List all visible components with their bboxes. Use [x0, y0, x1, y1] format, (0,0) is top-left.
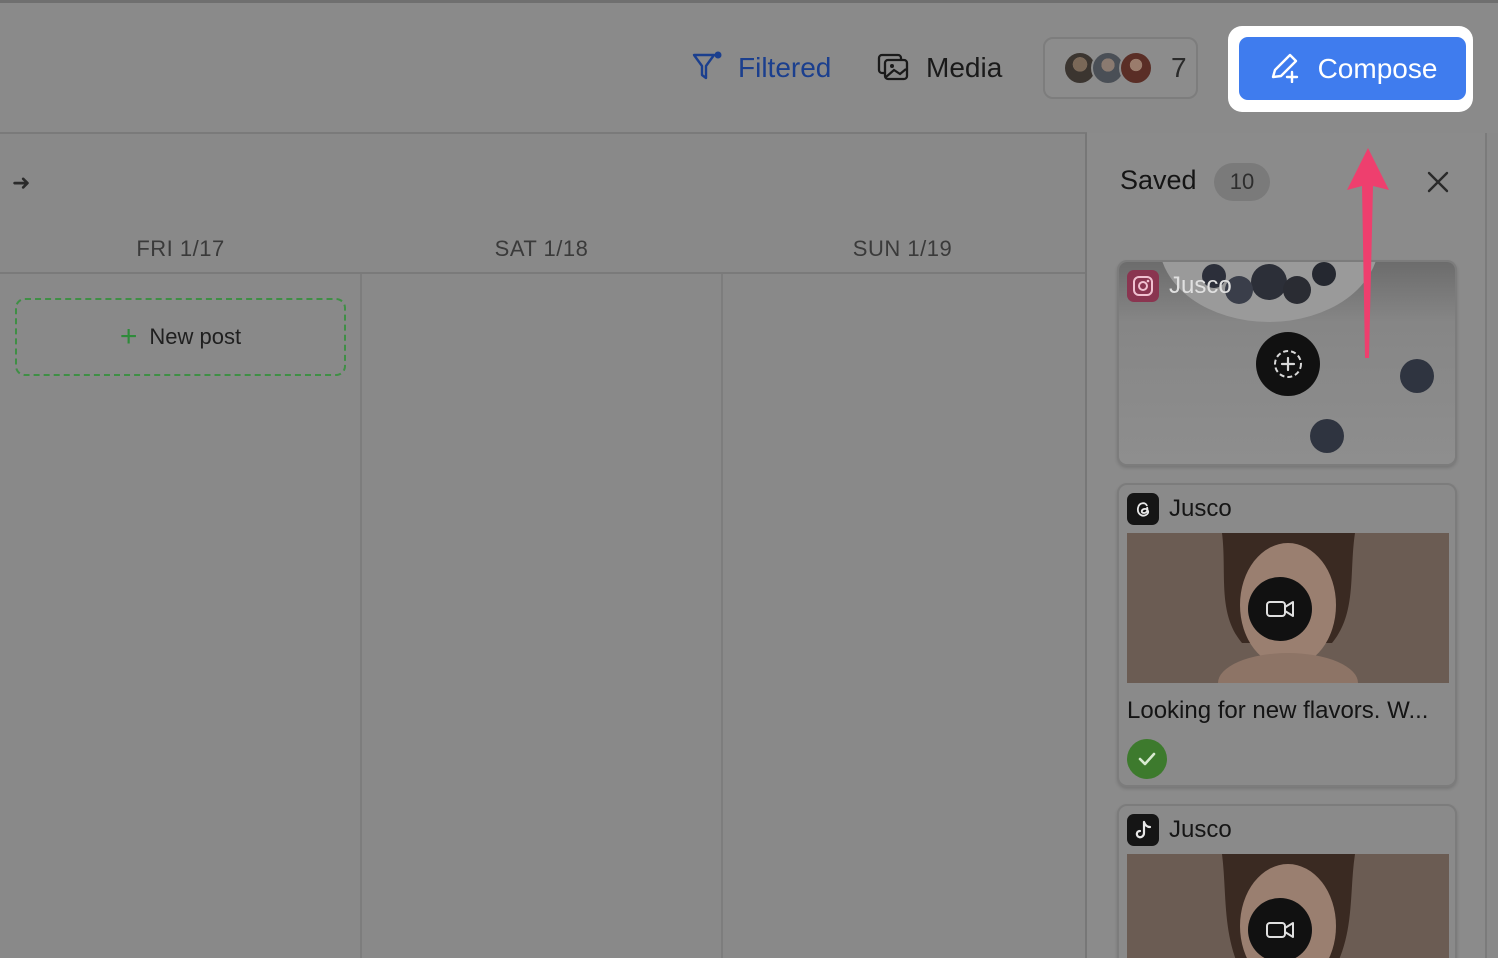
- plus-icon: +: [119, 320, 138, 353]
- members-count: 7: [1171, 52, 1187, 83]
- threads-icon: [1127, 493, 1159, 525]
- compose-button[interactable]: Compose: [1239, 37, 1466, 100]
- day-header: FRI 1/17: [136, 236, 225, 261]
- avatar: [1119, 51, 1153, 85]
- saved-panel-title: Saved: [1120, 165, 1197, 195]
- card-header: Jusco: [1127, 270, 1232, 302]
- card-header: Jusco: [1127, 493, 1232, 525]
- compose-pencil-icon: [1268, 49, 1302, 88]
- header-divider: [0, 132, 1087, 134]
- account-name: Jusco: [1169, 816, 1232, 843]
- saved-count-badge: 10: [1214, 163, 1270, 201]
- compose-label: Compose: [1317, 52, 1438, 84]
- new-post-button[interactable]: + New post: [15, 298, 346, 376]
- saved-panel: Saved 10 Jusco Jusco Looking for new fla…: [1085, 133, 1487, 958]
- saved-post-card[interactable]: Jusco: [1117, 260, 1457, 466]
- video-icon[interactable]: [1248, 898, 1312, 958]
- instagram-icon: [1127, 270, 1159, 302]
- arrow-right-icon[interactable]: ➜: [12, 170, 30, 196]
- filter-label: Filtered: [738, 52, 832, 83]
- add-media-icon[interactable]: [1256, 332, 1320, 396]
- filter-icon: [690, 49, 724, 88]
- account-name: Jusco: [1169, 495, 1232, 522]
- card-header: Jusco: [1127, 814, 1232, 846]
- day-header: SUN 1/19: [852, 236, 953, 261]
- column-divider: [721, 274, 723, 958]
- filter-button[interactable]: Filtered: [690, 46, 831, 90]
- video-icon[interactable]: [1248, 577, 1312, 641]
- media-library-icon: [876, 49, 910, 88]
- day-header: SAT 1/18: [494, 236, 589, 261]
- account-name: Jusco: [1169, 272, 1232, 299]
- day-header-divider: [0, 272, 1085, 274]
- approved-check-icon: [1127, 739, 1167, 779]
- close-icon[interactable]: [1423, 167, 1453, 197]
- team-members-button[interactable]: 7: [1043, 37, 1198, 99]
- saved-post-card[interactable]: Jusco: [1117, 804, 1457, 958]
- pointer-arrow-icon: [1345, 146, 1391, 360]
- column-divider: [360, 274, 362, 958]
- tiktok-icon: [1127, 814, 1159, 846]
- media-button[interactable]: Media: [876, 46, 1002, 90]
- new-post-label: New post: [149, 324, 242, 349]
- saved-post-card[interactable]: Jusco Looking for new flavors. W...: [1117, 483, 1457, 787]
- media-label: Media: [926, 52, 1003, 83]
- post-caption: Looking for new flavors. W...: [1127, 697, 1429, 724]
